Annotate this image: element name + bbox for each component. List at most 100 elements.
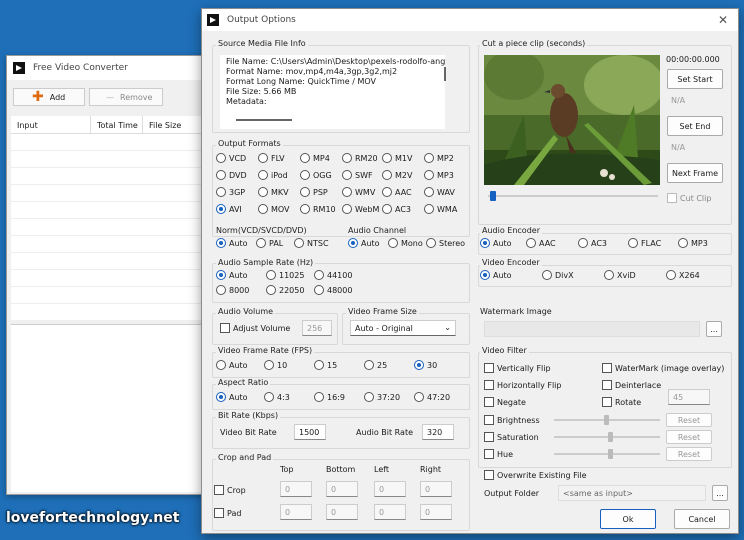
format-radio-3gp[interactable]: 3GP [216,187,245,197]
crop-checkbox[interactable]: Crop [214,485,246,495]
format-radio-ogg[interactable]: OGG [300,170,332,180]
audio-encoder-radio-mp3[interactable]: MP3 [678,238,708,248]
seek-thumb[interactable] [490,191,496,201]
pad-top-input[interactable]: 0 [280,504,312,520]
negate-checkbox[interactable]: Negate [484,397,526,407]
crop-left-input[interactable]: 0 [374,481,406,497]
sample-rate-radio-8000[interactable]: 8000 [216,285,249,295]
audio-encoder-radio-aac[interactable]: AAC [526,238,556,248]
adjust-volume-checkbox[interactable]: Adjust Volume [220,323,290,333]
aspect-radio-16-9[interactable]: 16:9 [314,392,345,402]
col-total-time[interactable]: Total Time [91,116,143,134]
format-radio-mov[interactable]: MOV [258,204,290,214]
set-start-button[interactable]: Set Start [667,69,723,89]
format-radio-flv[interactable]: FLV [258,153,285,163]
format-radio-ac3[interactable]: AC3 [382,204,411,214]
col-input[interactable]: Input [11,116,91,134]
hflip-checkbox[interactable]: Horizontally Flip [484,380,561,390]
fps-radio-15[interactable]: 15 [314,360,337,370]
format-radio-psp[interactable]: PSP [300,187,328,197]
pad-left-input[interactable]: 0 [374,504,406,520]
audio-encoder-radio-flac[interactable]: FLAC [628,238,661,248]
format-radio-dvd[interactable]: DVD [216,170,247,180]
format-radio-vcd[interactable]: VCD [216,153,246,163]
hue-slider[interactable] [554,449,660,459]
slider-thumb[interactable] [608,432,613,442]
video-encoder-radio-x264[interactable]: X264 [666,270,700,280]
rotate-checkbox[interactable]: Rotate [602,397,641,407]
format-radio-wma[interactable]: WMA [424,204,457,214]
next-frame-button[interactable]: Next Frame [667,163,723,183]
format-radio-mp3[interactable]: MP3 [424,170,454,180]
saturation-checkbox[interactable]: Saturation [484,432,539,442]
vflip-checkbox[interactable]: Vertically Flip [484,363,551,373]
norm-radio-auto[interactable]: Auto [216,238,248,248]
sample-rate-radio-auto[interactable]: Auto [216,270,248,280]
norm-radio-ntsc[interactable]: NTSC [294,238,329,248]
format-radio-wav[interactable]: WAV [424,187,455,197]
hue-checkbox[interactable]: Hue [484,449,513,459]
fps-radio-auto[interactable]: Auto [216,360,248,370]
deinterlace-checkbox[interactable]: Deinterlace [602,380,661,390]
format-radio-rm10[interactable]: RM10 [300,204,336,214]
format-radio-wmv[interactable]: WMV [342,187,375,197]
volume-input[interactable]: 256 [302,320,332,336]
format-radio-ipod[interactable]: iPod [258,170,288,180]
format-radio-m2v[interactable]: M2V [382,170,412,180]
source-info-box[interactable]: File Name: C:\Users\Admin\Desktop\pexels… [220,55,445,129]
col-file-size[interactable]: File Size [143,116,209,134]
format-radio-mp4[interactable]: MP4 [300,153,330,163]
channel-radio-stereo[interactable]: Stereo [426,238,465,248]
sample-rate-radio-22050[interactable]: 22050 [266,285,304,295]
video-encoder-radio-auto[interactable]: Auto [480,270,512,280]
watermark-browse-button[interactable]: ... [706,321,722,337]
saturation-reset-button[interactable]: Reset [666,430,712,444]
file-grid[interactable] [11,134,209,320]
norm-radio-pal[interactable]: PAL [256,238,283,248]
ok-button[interactable]: Ok [600,509,656,529]
format-radio-m1v[interactable]: M1V [382,153,412,163]
video-bitrate-input[interactable]: 1500 [294,424,326,440]
crop-right-input[interactable]: 0 [420,481,452,497]
format-radio-swf[interactable]: SWF [342,170,373,180]
pad-bottom-input[interactable]: 0 [326,504,358,520]
pad-checkbox[interactable]: Pad [214,508,241,518]
watermark-overlay-checkbox[interactable]: WaterMark (image overlay) [602,363,724,373]
info-vscroll-thumb[interactable] [444,67,446,81]
aspect-radio-37-20[interactable]: 37:20 [364,392,400,402]
output-folder-input[interactable]: <same as input> [558,485,706,501]
output-folder-browse-button[interactable]: ... [712,485,728,501]
rotate-input[interactable]: 45 [668,389,710,405]
aspect-radio-4-3[interactable]: 4:3 [264,392,290,402]
overwrite-checkbox[interactable]: Overwrite Existing File [484,470,587,480]
saturation-slider[interactable] [554,432,660,442]
frame-size-select[interactable]: Auto - Original ⌄ [350,320,456,336]
add-button[interactable]: ✚ Add [13,88,85,106]
fps-radio-10[interactable]: 10 [264,360,287,370]
sample-rate-radio-11025[interactable]: 11025 [266,270,304,280]
audio-encoder-radio-ac3[interactable]: AC3 [578,238,607,248]
format-radio-webm[interactable]: WebM [342,204,379,214]
channel-radio-auto[interactable]: Auto [348,238,380,248]
audio-encoder-radio-auto[interactable]: Auto [480,238,512,248]
sample-rate-radio-44100[interactable]: 44100 [314,270,352,280]
brightness-reset-button[interactable]: Reset [666,413,712,427]
brightness-checkbox[interactable]: Brightness [484,415,540,425]
close-icon[interactable]: ✕ [718,13,728,27]
slider-thumb[interactable] [604,415,609,425]
hue-reset-button[interactable]: Reset [666,447,712,461]
format-radio-aac[interactable]: AAC [382,187,412,197]
video-encoder-radio-xvid[interactable]: XviD [604,270,636,280]
preview-seek-slider[interactable] [488,191,658,201]
info-hscroll-thumb[interactable] [236,119,292,121]
format-radio-mkv[interactable]: MKV [258,187,289,197]
aspect-radio-auto[interactable]: Auto [216,392,248,402]
channel-radio-mono[interactable]: Mono [388,238,423,248]
crop-bottom-input[interactable]: 0 [326,481,358,497]
fps-radio-25[interactable]: 25 [364,360,387,370]
aspect-radio-47-20[interactable]: 47:20 [414,392,450,402]
format-radio-mp2[interactable]: MP2 [424,153,454,163]
format-radio-rm20[interactable]: RM20 [342,153,378,163]
fps-radio-30[interactable]: 30 [414,360,437,370]
set-end-button[interactable]: Set End [667,116,723,136]
